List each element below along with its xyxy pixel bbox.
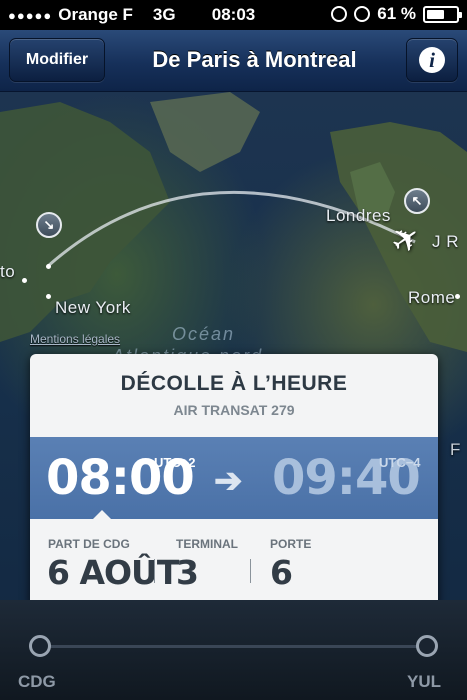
arrow-right-icon: ➔ [214,462,243,500]
detail-divider [154,559,155,583]
montreal-dot [46,264,51,269]
flight-details-row: PART DE CDG 6 AOÛT TERMINAL 3 PORTE 6 [30,529,438,599]
battery-icon [423,5,462,23]
city-label-paris-partial: J R [432,232,459,251]
legal-notice-link[interactable]: Mentions légales [30,332,120,346]
toronto-dot [22,278,27,283]
city-label-newyork: New York [55,298,131,317]
destination-pin-icon[interactable]: ↖ [404,188,430,214]
progress-track[interactable] [40,645,427,648]
departure-timezone: UTC+2 [154,455,196,470]
page-title: De Paris à Montreal [152,47,357,72]
flight-progress-bar: CDG YUL [0,600,467,700]
battery-fill [427,9,445,19]
detail-value-terminal: 3 [176,553,199,592]
navigation-bar: Modifier De Paris à Montreal i [0,30,467,92]
detail-label-terminal: TERMINAL [176,537,238,551]
detail-value-gate: 6 [270,553,293,592]
status-bar: ●●●●● Orange F 3G 08:03 61 % [0,0,467,30]
ocean-label-line1: Océan [172,324,236,344]
city-label-toronto: to [0,262,16,281]
battery-percent: 61 % [377,4,416,23]
info-button[interactable]: i [406,38,458,82]
detail-value-departure: 6 AOÛT [47,553,179,592]
modify-button[interactable]: Modifier [9,38,105,82]
info-icon: i [419,47,445,73]
city-label-right-edge: F [450,440,461,459]
rome-dot [455,294,460,299]
alarm-icon [354,6,371,22]
greenland-land [150,92,260,172]
newyork-dot [46,294,51,299]
destination-knob[interactable] [416,635,438,657]
origin-pin-icon[interactable]: ↘ [36,212,62,238]
detail-divider [250,559,251,583]
arrival-timezone: UTC−4 [379,455,421,470]
flight-number: AIR TRANSAT 279 [173,402,295,418]
detail-label-departure: PART DE CDG [48,537,130,551]
detail-label-gate: PORTE [270,537,312,551]
times-band: 08:00 UTC+2 ➔ 09:40 UTC−4 [30,437,438,520]
flight-status-title: DÉCOLLE À L’HEURE [120,372,348,395]
city-label-rome: Rome [408,288,456,307]
destination-airport-code: YUL [407,672,441,691]
origin-airport-code: CDG [18,672,56,691]
city-label-london: Londres [326,206,391,225]
status-right: 61 % [331,4,462,24]
rotation-lock-icon [331,6,348,22]
flight-status-card[interactable]: DÉCOLLE À L’HEURE AIR TRANSAT 279 08:00 … [30,354,438,606]
origin-knob[interactable] [29,635,51,657]
